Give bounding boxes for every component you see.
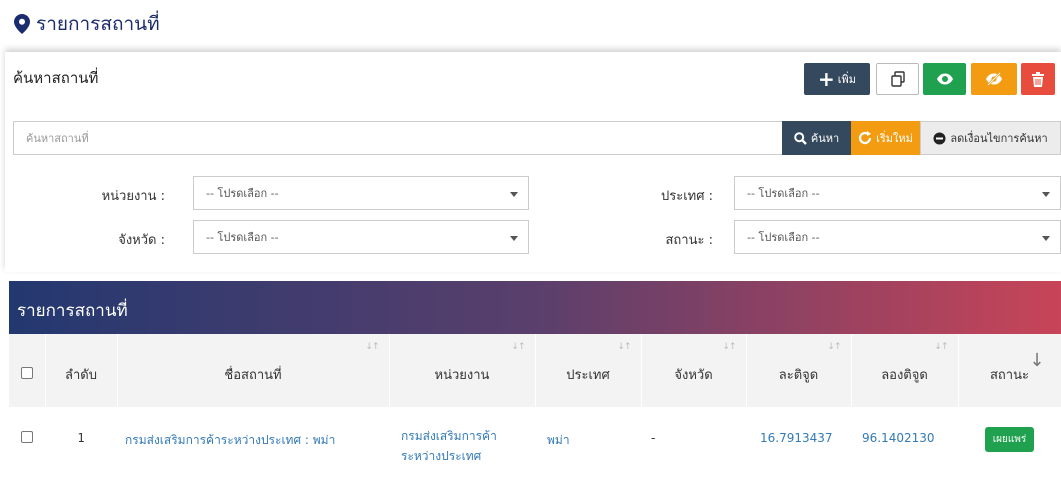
sort-icon: ↓↑ <box>511 342 525 352</box>
agency-line-1: กรมส่งเสริมการค้า <box>401 429 497 443</box>
search-panel-title: ค้นหาสถานที่ <box>13 69 99 87</box>
province-select[interactable]: -- โปรดเลือก -- <box>193 220 529 254</box>
eye-slash-icon <box>986 72 1002 86</box>
province-filter-label: จังหวัด : <box>118 233 165 248</box>
column-label-agency: หน่วยงาน <box>434 368 490 383</box>
status-filter-label: สถานะ : <box>665 233 714 248</box>
copy-button[interactable] <box>876 63 919 95</box>
cell-country: พม่า <box>535 407 641 477</box>
sort-desc-icon: ↓ <box>1029 350 1045 371</box>
cell-province: - <box>651 431 656 445</box>
country-select-value: -- โปรดเลือก -- <box>747 187 820 200</box>
longitude-value[interactable]: 96.1402130 <box>862 431 935 445</box>
column-header-status[interactable]: สถานะ ↓ <box>958 334 1061 407</box>
page-header: รายการสถานที่ <box>0 0 1061 50</box>
search-button[interactable]: ค้นหา <box>782 121 851 155</box>
column-header-longitude[interactable]: ลองติจูด ↓↑ <box>851 334 959 407</box>
status-select[interactable]: -- โปรดเลือก -- <box>734 220 1061 254</box>
list-title: รายการสถานที่ <box>17 301 128 321</box>
plus-icon: + <box>817 67 835 91</box>
copy-icon <box>890 71 905 87</box>
sort-icon: ↓↑ <box>365 342 379 352</box>
column-header-agency[interactable]: หน่วยงาน ↓↑ <box>389 334 536 407</box>
chevron-down-icon <box>510 236 518 241</box>
chevron-down-icon <box>1042 192 1050 197</box>
trash-icon <box>1032 71 1044 87</box>
cell-status: เผยแพร่ <box>958 407 1061 477</box>
sort-icon: ↓↑ <box>617 342 631 352</box>
column-label-order: ลำดับ <box>65 368 97 383</box>
column-label-name: ชื่อสถานที่ <box>224 368 282 383</box>
search-row: ค้นหา เริ่มใหม่ ลดเงื่อนไขการค้นหา <box>13 121 1061 155</box>
agency-line-2: ระหว่างประเทศ <box>401 449 482 463</box>
agency-link[interactable]: กรมส่งเสริมการค้าระหว่างประเทศ <box>401 429 497 463</box>
cell-latitude: 16.7913437 <box>746 407 851 477</box>
latitude-value[interactable]: 16.7913437 <box>760 431 833 445</box>
column-label-country: ประเทศ <box>566 368 610 383</box>
row-checkbox[interactable] <box>21 431 33 443</box>
page-title: รายการสถานที่ <box>14 9 160 39</box>
table-row: 1 กรมส่งเสริมการค้าระหว่างประเทศ : พม่า … <box>9 407 1061 477</box>
select-all-checkbox[interactable] <box>20 366 33 379</box>
column-label-status: สถานะ <box>990 368 1029 383</box>
sort-icon: ↓↑ <box>934 342 948 352</box>
search-icon <box>794 131 807 145</box>
select-all-cell <box>9 334 46 407</box>
chevron-down-icon <box>510 192 518 197</box>
sort-icon: ↓↑ <box>827 342 841 352</box>
agency-filter-label: หน่วยงาน : <box>101 189 165 204</box>
add-button[interactable]: + เพิ่ม <box>804 63 870 95</box>
hide-button[interactable] <box>971 63 1017 95</box>
cell-name: กรมส่งเสริมการค้าระหว่างประเทศ : พม่า <box>117 407 389 477</box>
delete-button[interactable] <box>1021 63 1055 95</box>
add-button-label: เพิ่ม <box>837 73 857 86</box>
show-button[interactable] <box>923 63 966 95</box>
less-conditions-label: ลดเงื่อนไขการค้นหา <box>950 132 1048 145</box>
places-table: ลำดับ ชื่อสถานที่ ↓↑ หน่วยงาน ↓↑ ประเทศ ↓↑ … <box>9 334 1061 477</box>
column-label-province: จังหวัด <box>674 368 713 383</box>
search-input[interactable] <box>13 121 782 155</box>
reset-button-label: เริ่มใหม่ <box>876 132 913 145</box>
agency-select[interactable]: -- โปรดเลือก -- <box>193 176 529 210</box>
eye-icon <box>936 73 953 85</box>
column-header-order[interactable]: ลำดับ <box>45 334 118 407</box>
status-badge[interactable]: เผยแพร่ <box>984 427 1035 452</box>
province-select-value: -- โปรดเลือก -- <box>206 231 279 244</box>
minus-circle-icon <box>933 132 946 144</box>
place-name-link[interactable]: กรมส่งเสริมการค้าระหว่างประเทศ : พม่า <box>125 433 335 447</box>
country-link[interactable]: พม่า <box>547 433 570 447</box>
cell-agency: กรมส่งเสริมการค้าระหว่างประเทศ <box>389 407 535 477</box>
column-header-province[interactable]: จังหวัด ↓↑ <box>641 334 747 407</box>
reset-button[interactable]: เริ่มใหม่ <box>851 121 920 155</box>
status-select-value: -- โปรดเลือก -- <box>747 231 820 244</box>
column-label-latitude: ละติจูด <box>778 368 819 383</box>
agency-select-value: -- โปรดเลือก -- <box>206 187 279 200</box>
table-header-row: ลำดับ ชื่อสถานที่ ↓↑ หน่วยงาน ↓↑ ประเทศ ↓↑ … <box>9 334 1061 407</box>
search-panel: ค้นหาสถานที่ + เพิ่ม ค้นหาสถานที่ ค้นหา … <box>5 52 1061 272</box>
column-header-name[interactable]: ชื่อสถานที่ ↓↑ <box>117 334 390 407</box>
refresh-icon <box>859 131 872 145</box>
column-header-latitude[interactable]: ละติจูด ↓↑ <box>746 334 852 407</box>
cell-order: 1 <box>77 431 85 445</box>
map-marker-icon <box>14 14 30 34</box>
page-title-text: รายการสถานที่ <box>36 13 160 35</box>
search-button-label: ค้นหา <box>810 132 840 145</box>
sort-icon: ↓↑ <box>722 342 736 352</box>
column-header-country[interactable]: ประเทศ ↓↑ <box>535 334 642 407</box>
country-filter-label: ประเทศ : <box>661 189 713 204</box>
column-label-longitude: ลองติจูด <box>881 368 928 383</box>
country-select[interactable]: -- โปรดเลือก -- <box>734 176 1061 210</box>
cell-longitude: 96.1402130 <box>851 407 958 477</box>
chevron-down-icon <box>1042 236 1050 241</box>
less-conditions-button[interactable]: ลดเงื่อนไขการค้นหา <box>920 121 1061 155</box>
list-header: รายการสถานที่ <box>9 281 1061 334</box>
row-select-cell <box>9 407 45 477</box>
